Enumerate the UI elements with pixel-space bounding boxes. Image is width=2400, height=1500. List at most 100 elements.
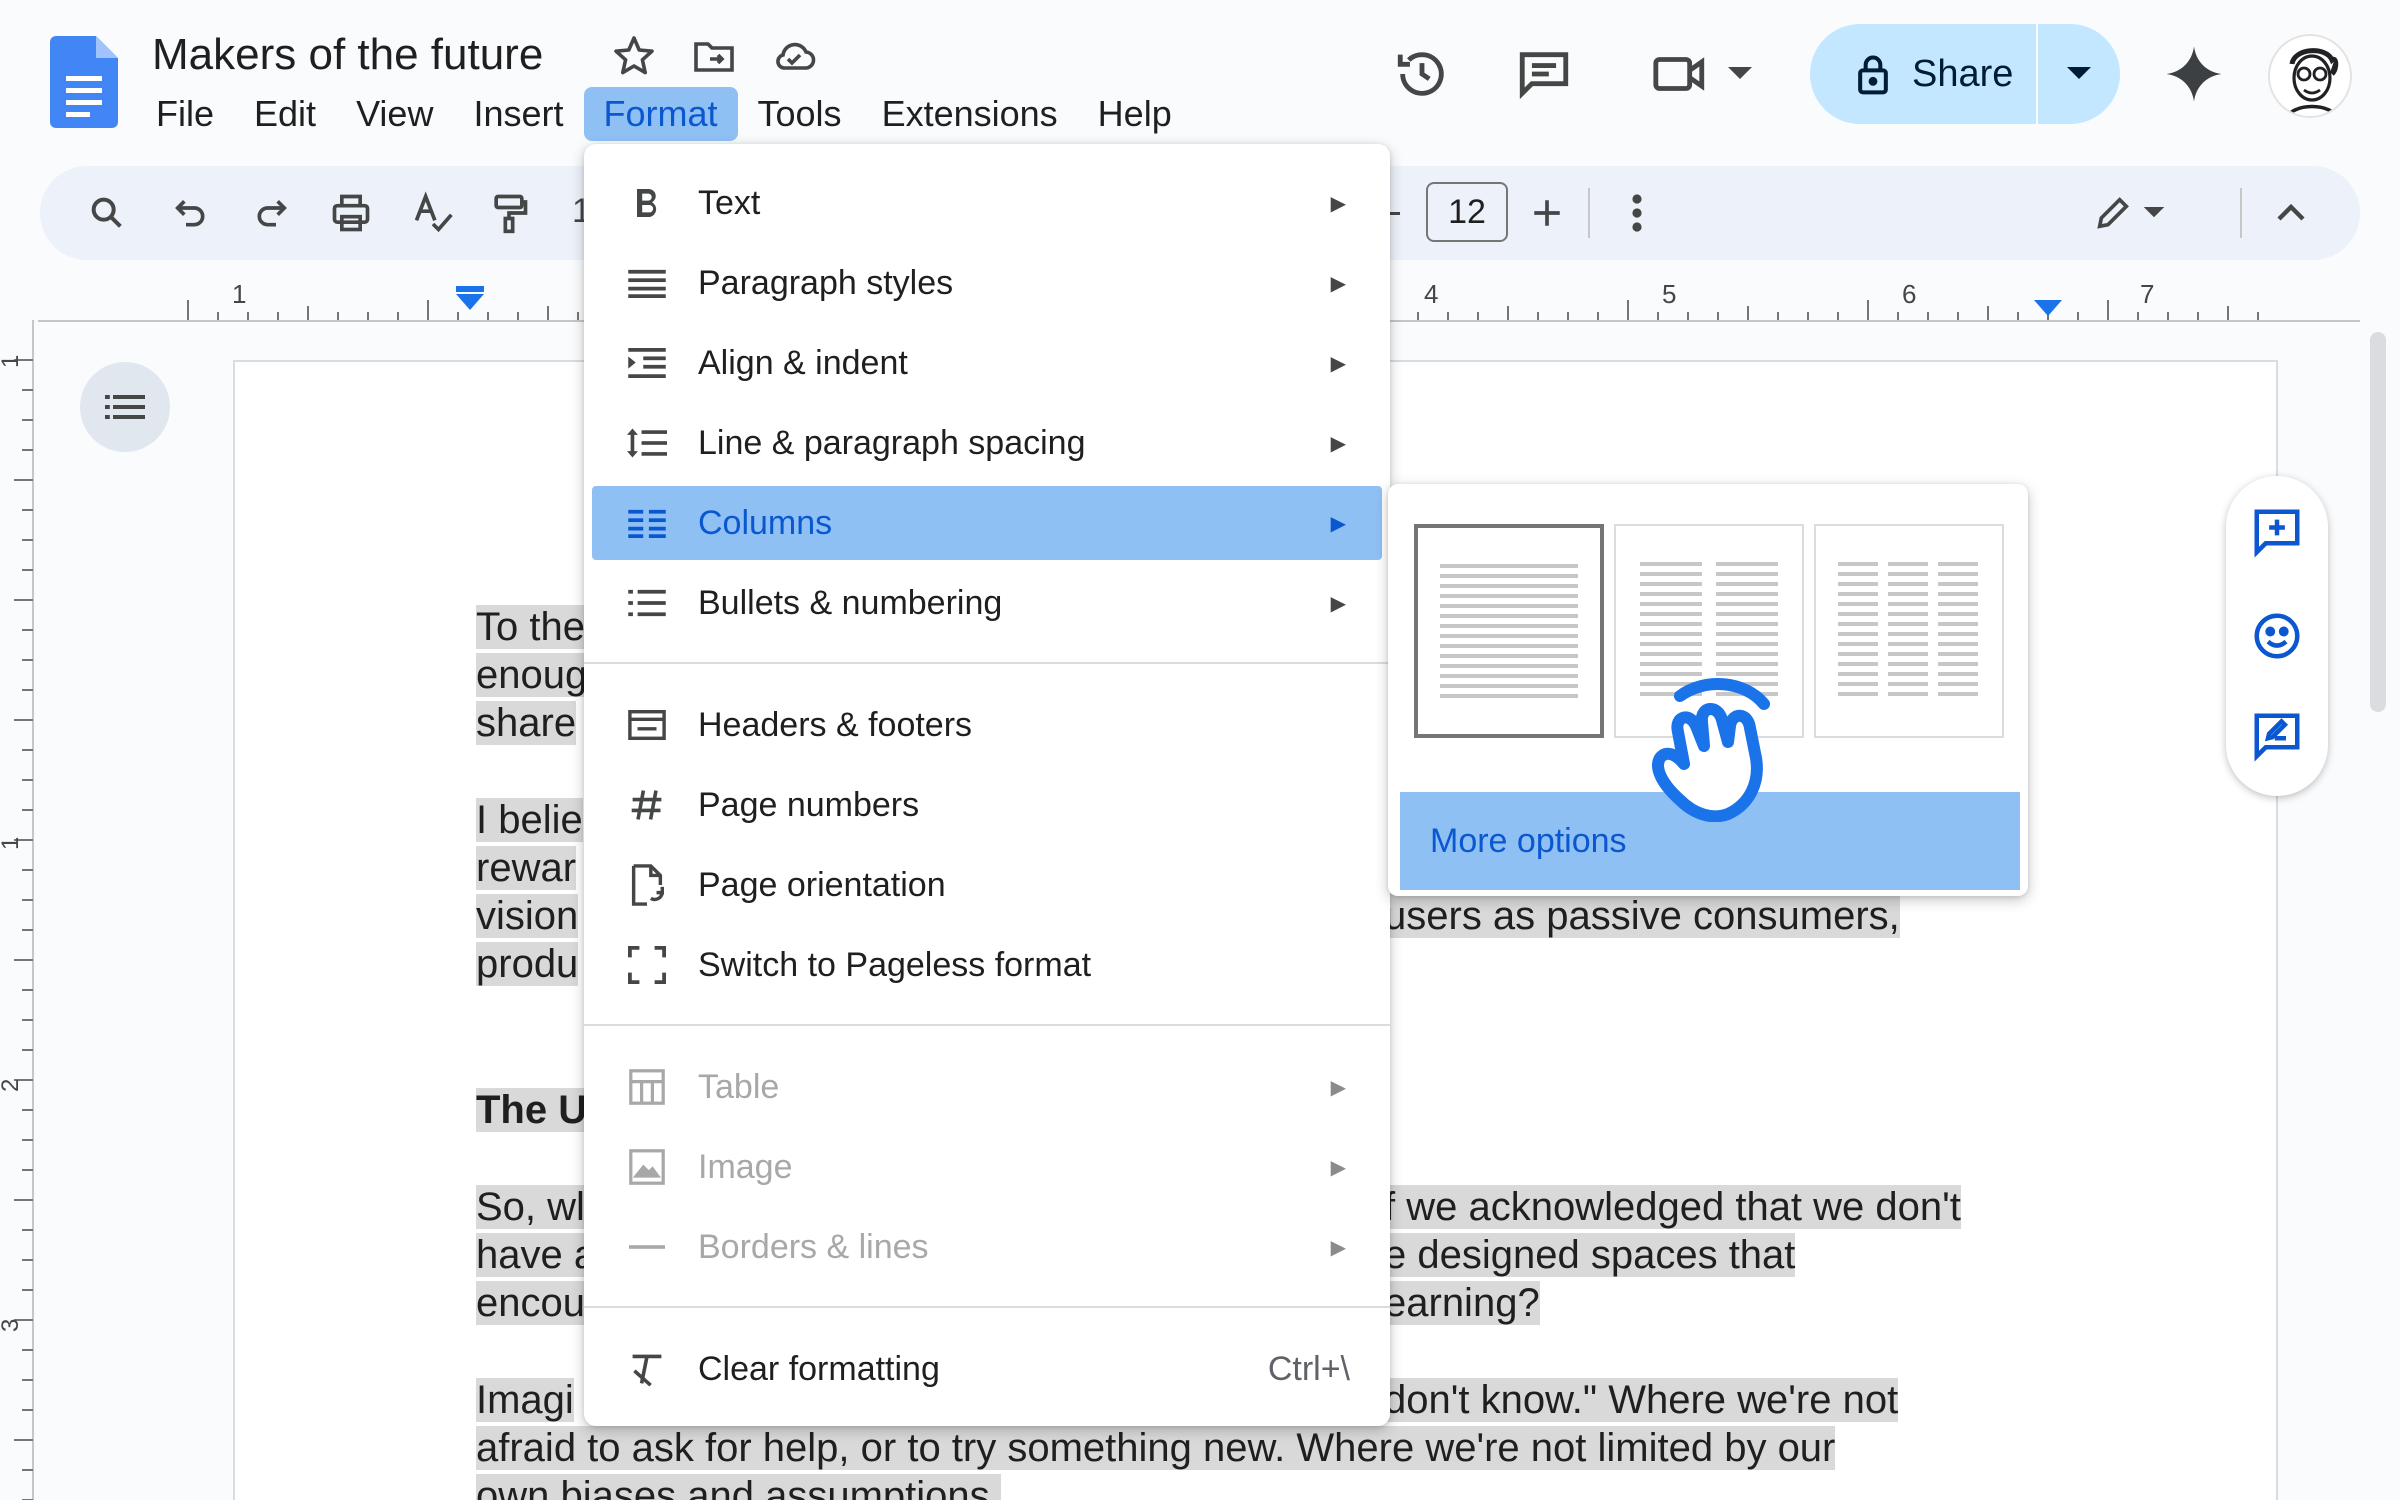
menu-item-label: Clear formatting: [698, 1349, 940, 1388]
menu-format[interactable]: Format: [583, 87, 738, 141]
format-menu-columns[interactable]: Columns ▶: [592, 486, 1382, 560]
column-preview-line: [1938, 592, 1978, 596]
doc-line: To the: [476, 605, 585, 649]
submenu-arrow-icon: ▶: [1330, 1236, 1346, 1259]
menu-extensions[interactable]: Extensions: [862, 87, 1078, 141]
doc-line: have a: [476, 1233, 597, 1277]
document-outline-button[interactable]: [80, 362, 170, 452]
gemini-sparkle-icon[interactable]: [2156, 36, 2232, 112]
column-preview-line: [1938, 622, 1978, 626]
format-menu-paragraph-styles[interactable]: Paragraph styles ▶: [592, 246, 1382, 320]
first-line-indent-marker: [456, 286, 484, 292]
column-preview-line: [1838, 632, 1878, 636]
submenu-arrow-icon: ▶: [1330, 1156, 1346, 1179]
meet-video-icon[interactable]: [1644, 38, 1716, 110]
submenu-arrow-icon: ▶: [1330, 352, 1346, 375]
column-preview-line: [1640, 592, 1702, 596]
menu-insert[interactable]: Insert: [453, 87, 583, 141]
menu-edit[interactable]: Edit: [234, 87, 336, 141]
version-history-icon[interactable]: [1386, 38, 1458, 110]
add-emoji-reaction-icon[interactable]: [2247, 606, 2307, 666]
format-menu-headers-footers[interactable]: Headers & footers: [592, 688, 1382, 762]
cloud-saved-icon[interactable]: [770, 32, 818, 80]
three-columns-option[interactable]: [1814, 524, 2004, 738]
column-preview-line: [1838, 642, 1878, 646]
menubar: File Edit View Insert Format Tools Exten…: [136, 87, 1192, 141]
bold-icon: [624, 180, 670, 226]
star-icon[interactable]: [610, 32, 658, 80]
column-preview-line: [1440, 604, 1578, 608]
format-menu-text[interactable]: Text ▶: [592, 166, 1382, 240]
format-menu-line-spacing[interactable]: Line & paragraph spacing ▶: [592, 406, 1382, 480]
more-options-vertical-icon[interactable]: [1604, 180, 1670, 246]
column-preview-line: [1938, 692, 1978, 696]
column-preview-line: [1938, 642, 1978, 646]
menu-separator: [584, 1306, 1390, 1308]
column-preview-line: [1888, 692, 1928, 696]
vertical-ruler[interactable]: 1 1 2 3: [0, 320, 34, 1500]
docs-logo-icon[interactable]: [50, 36, 118, 128]
column-preview-line: [1640, 632, 1702, 636]
document-title[interactable]: Makers of the future: [152, 30, 543, 80]
column-preview-line: [1838, 562, 1878, 566]
format-menu-page-orientation[interactable]: Page orientation: [592, 848, 1382, 922]
column-preview-line: [1440, 564, 1578, 568]
redo-icon[interactable]: [238, 180, 304, 246]
column-preview-line: [1938, 572, 1978, 576]
format-menu-pageless[interactable]: Switch to Pageless format: [592, 928, 1382, 1002]
spellcheck-icon[interactable]: [400, 180, 466, 246]
suggest-edits-icon[interactable]: [2247, 706, 2307, 766]
column-preview-line: [1640, 602, 1702, 606]
submenu-arrow-icon: ▶: [1330, 592, 1346, 615]
menu-view[interactable]: View: [336, 87, 453, 141]
column-preview-line: [1640, 572, 1702, 576]
editing-mode-dropdown-icon[interactable]: [2134, 180, 2174, 246]
column-preview-line: [1716, 572, 1778, 576]
undo-icon[interactable]: [158, 180, 224, 246]
three-columns-preview-icon: [1838, 562, 1978, 696]
comments-icon[interactable]: [1508, 38, 1580, 110]
avatar[interactable]: [2268, 34, 2352, 118]
column-preview-line: [1640, 612, 1702, 616]
bullets-icon: [624, 580, 670, 626]
format-menu-page-numbers[interactable]: Page numbers: [592, 768, 1382, 842]
menu-item-label: Borders & lines: [698, 1227, 929, 1266]
column-preview-line: [1440, 574, 1578, 578]
column-preview-line: [1938, 662, 1978, 666]
format-menu-bullets[interactable]: Bullets & numbering ▶: [592, 566, 1382, 640]
column-preview-line: [1716, 642, 1778, 646]
format-menu-clear-formatting[interactable]: Clear formatting Ctrl+\: [592, 1332, 1382, 1406]
format-menu-borders-lines[interactable]: Borders & lines ▶: [592, 1210, 1382, 1284]
add-comment-icon[interactable]: [2247, 502, 2307, 562]
column-preview-line: [1440, 694, 1578, 698]
column-preview-line: [1440, 584, 1578, 588]
collapse-menus-icon[interactable]: [2258, 180, 2324, 246]
share-button[interactable]: Share: [1810, 24, 2120, 124]
ruler-label: 4: [1424, 279, 1438, 309]
menu-file[interactable]: File: [136, 87, 234, 141]
share-label: Share: [1912, 52, 2014, 95]
share-dropdown[interactable]: [2038, 24, 2120, 124]
format-menu-table[interactable]: Table ▶: [592, 1050, 1382, 1124]
search-menus-icon[interactable]: [74, 180, 140, 246]
format-menu-align-indent[interactable]: Align & indent ▶: [592, 326, 1382, 400]
meet-dropdown-icon[interactable]: [1710, 38, 1770, 110]
menu-item-label: Switch to Pageless format: [698, 945, 1092, 984]
font-size-input[interactable]: [1426, 182, 1508, 242]
share-main[interactable]: Share: [1810, 24, 2036, 124]
doc-line-fragment: e designed spaces that: [1384, 1233, 1796, 1277]
vertical-scrollbar[interactable]: [2370, 332, 2386, 712]
doc-line-fragment: don't know." Where we're not: [1384, 1378, 1899, 1422]
print-icon[interactable]: [318, 180, 384, 246]
menu-item-label: Line & paragraph spacing: [698, 423, 1086, 462]
format-menu-image[interactable]: Image ▶: [592, 1130, 1382, 1204]
one-column-option[interactable]: [1414, 524, 1604, 738]
paint-format-icon[interactable]: [476, 180, 542, 246]
menu-help[interactable]: Help: [1078, 87, 1192, 141]
column-preview-line: [1838, 592, 1878, 596]
column-preview-line: [1716, 592, 1778, 596]
column-preview-line: [1838, 612, 1878, 616]
menu-tools[interactable]: Tools: [738, 87, 862, 141]
increase-font-size-icon[interactable]: [1514, 180, 1580, 246]
move-folder-icon[interactable]: [690, 32, 738, 80]
